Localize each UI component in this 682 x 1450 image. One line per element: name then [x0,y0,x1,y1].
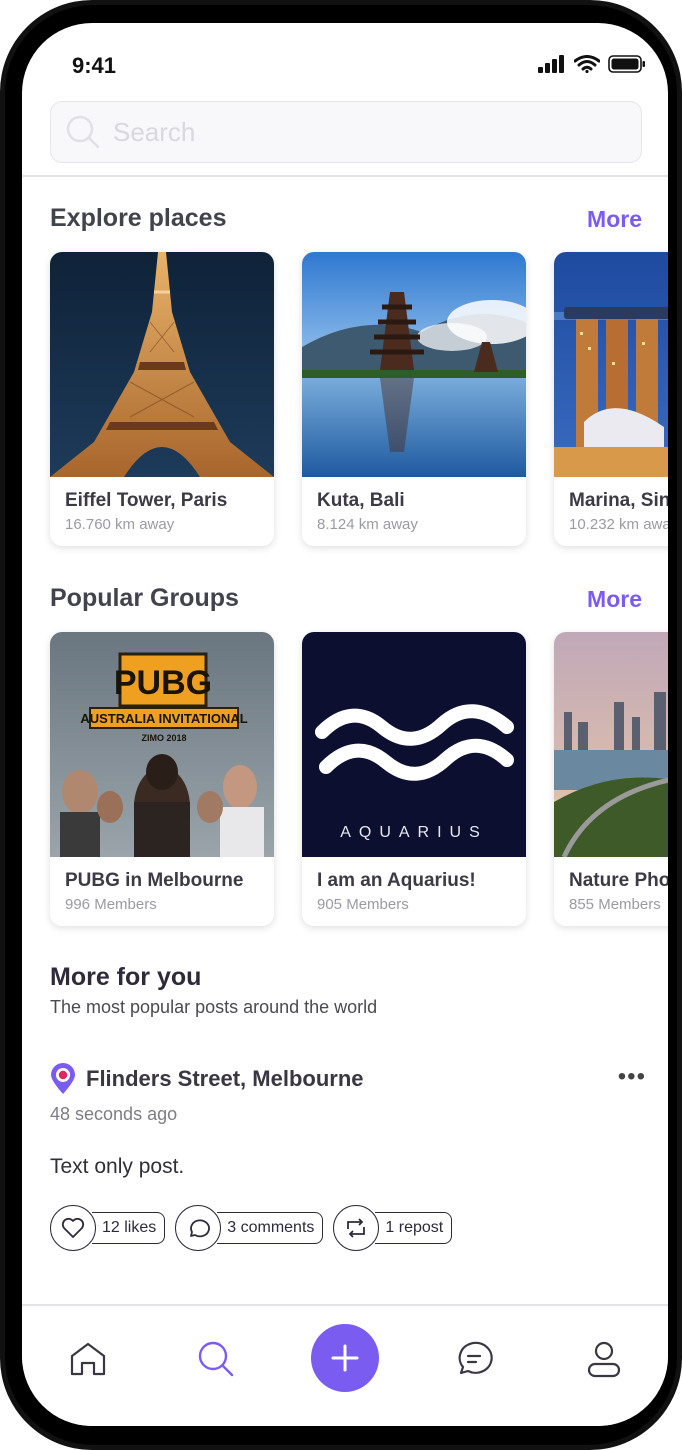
more-for-you-title: More for you [50,963,202,991]
repost-button[interactable]: 1 repost [333,1205,453,1251]
comment-icon [175,1205,222,1251]
group-name: I am an Aquarius! [317,870,476,891]
comments-count: 3 comments [217,1212,324,1244]
location-pin-icon [51,1063,75,1094]
place-name: Marina, Singapore [569,490,668,511]
group-members: 905 Members [317,896,409,913]
status-icons [538,55,646,73]
wifi-icon [574,55,600,73]
group-name: Nature Photography [569,870,668,891]
explore-title: Explore places [50,204,227,232]
signal-icon [538,55,564,73]
explore-more-link[interactable]: More [587,206,642,233]
pubg-caption-text: ZIMO 2018 [141,733,186,743]
post-location-text: Flinders Street, Melbourne [86,1066,364,1091]
home-icon[interactable] [67,1338,109,1380]
profile-icon[interactable] [583,1338,625,1380]
plus-icon [331,1344,359,1372]
like-button[interactable]: 12 likes [50,1205,166,1251]
place-distance: 8.124 km away [317,516,418,533]
groups-more-link[interactable]: More [587,586,642,613]
search-input[interactable] [113,116,633,148]
post-actions: 12 likes 3 comments 1 repost [50,1205,453,1251]
place-card[interactable]: Marina, Singapore 10.232 km away [554,252,668,546]
place-name: Kuta, Bali [317,490,405,511]
post-options-icon[interactable]: ••• [618,1063,646,1091]
popular-groups-row[interactable]: PUBG AUSTRALIA INVITATIONAL ZIMO 2018 PU… [50,632,668,932]
more-for-you-subtitle: The most popular posts around the world [50,997,378,1017]
post-timestamp: 48 seconds ago [50,1104,178,1124]
group-image [554,632,668,857]
place-distance: 16.760 km away [65,516,175,533]
group-card[interactable]: Nature Photography 855 Members [554,632,668,926]
group-card[interactable]: PUBG AUSTRALIA INVITATIONAL ZIMO 2018 PU… [50,632,274,926]
search-nav-icon[interactable] [195,1338,237,1380]
device-bezel: 9:41 Search Explore places More Eiffel T… [5,5,677,1445]
battery-icon [608,55,645,73]
reposts-count: 1 repost [375,1212,453,1244]
header-divider [22,175,668,177]
groups-title: Popular Groups [50,584,239,612]
aquarius-image-text: AQUARIUS [340,824,488,841]
place-image [50,252,274,477]
app-screen: 9:41 Search Explore places More Eiffel T… [22,23,668,1426]
heart-icon [50,1205,96,1251]
post-body: Text only post. [50,1155,185,1178]
place-name: Eiffel Tower, Paris [65,490,228,511]
group-card[interactable]: AQUARIUS I am an Aquarius! 905 Members [302,632,526,926]
pubg-logo-text: PUBG [114,664,212,702]
place-distance: 10.232 km away [569,516,668,533]
comment-button[interactable]: 3 comments [175,1205,324,1251]
group-members: 855 Members [569,896,661,913]
group-image: PUBG AUSTRALIA INVITATIONAL ZIMO 2018 [50,632,274,857]
search-bar[interactable] [50,101,642,163]
group-members: 996 Members [65,896,157,913]
repost-icon [333,1205,380,1251]
create-post-button[interactable] [311,1324,379,1392]
pubg-subtitle-text: AUSTRALIA INVITATIONAL [80,711,247,726]
explore-places-row[interactable]: Eiffel Tower, Paris 16.760 km away Kuta,… [50,252,668,552]
bottom-nav [22,1306,668,1426]
group-image: AQUARIUS [302,632,526,857]
post-location[interactable]: Flinders Street, Melbourne [50,1063,364,1095]
search-icon [66,115,100,149]
status-time: 9:41 [72,53,117,78]
group-name: PUBG in Melbourne [65,870,244,891]
likes-count: 12 likes [92,1212,166,1244]
place-image [302,252,526,477]
place-image [554,252,668,477]
chat-icon[interactable] [453,1338,495,1380]
place-card[interactable]: Kuta, Bali 8.124 km away [302,252,526,546]
device-frame: 9:41 Search Explore places More Eiffel T… [0,0,682,1450]
place-card[interactable]: Eiffel Tower, Paris 16.760 km away [50,252,274,546]
